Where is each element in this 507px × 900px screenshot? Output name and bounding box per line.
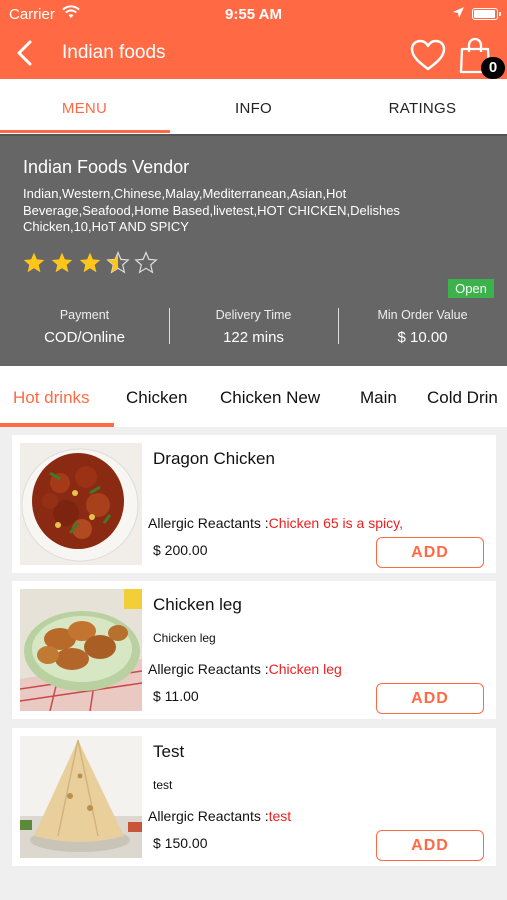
menu-item-card[interactable]: Test test Allergic Reactants :test $ 150… (12, 728, 496, 866)
star-icon (51, 252, 73, 273)
battery-icon (472, 8, 501, 20)
allergy-label: Allergic Reactants : (148, 515, 269, 531)
menu-item-card[interactable]: Dragon Chicken Allergic Reactants :Chick… (12, 435, 496, 573)
vendor-info-panel: Indian Foods Vendor Indian,Western,Chine… (0, 134, 507, 366)
star-icon (79, 252, 101, 273)
favorite-button[interactable] (409, 38, 447, 77)
tab-info[interactable]: INFO (169, 79, 338, 134)
test-item-image (20, 736, 142, 858)
item-allergy: Allergic Reactants :test (148, 808, 291, 824)
item-allergy: Allergic Reactants :Chicken 65 is a spic… (148, 515, 403, 531)
add-button[interactable]: ADD (376, 537, 484, 568)
payment-label: Payment (59, 308, 110, 322)
top-bar: Carrier 9:55 AM Indian foods 0 (0, 0, 507, 79)
category-main[interactable]: Main (360, 388, 397, 408)
tab-menu[interactable]: MENU (0, 79, 169, 134)
add-button[interactable]: ADD (376, 683, 484, 714)
min-order-info: Min Order Value $ 10.00 (338, 308, 507, 346)
item-name: Test (153, 742, 185, 761)
item-price: $ 150.00 (153, 835, 208, 851)
back-chevron-icon (17, 40, 32, 66)
allergy-value: Chicken leg (268, 661, 342, 677)
cart-count-badge: 0 (481, 57, 505, 79)
allergy-label: Allergic Reactants : (148, 808, 269, 824)
category-tabs: Hot drinks Chicken Chicken New Main Cold… (0, 366, 507, 427)
allergy-value: test (268, 808, 292, 824)
category-chicken-new[interactable]: Chicken New (220, 388, 320, 408)
location-arrow-icon (452, 6, 465, 23)
item-price: $ 200.00 (153, 542, 208, 558)
star-half-icon (106, 251, 130, 274)
vendor-cuisines: Indian,Western,Chinese,Malay,Mediterrane… (23, 186, 400, 234)
vendor-name: Indian Foods Vendor (23, 157, 190, 177)
delivery-label: Delivery Time (215, 308, 292, 322)
allergy-value: Chicken 65 is a spicy, (268, 515, 403, 531)
status-bar: Carrier 9:55 AM (0, 0, 507, 28)
item-price: $ 11.00 (153, 688, 199, 704)
active-category-indicator (0, 423, 114, 427)
item-description: test (153, 778, 173, 792)
category-chicken[interactable]: Chicken (126, 388, 187, 408)
payment-value: COD/Online (44, 329, 125, 346)
add-button[interactable]: ADD (376, 830, 484, 861)
dragon-chicken-image (20, 443, 142, 565)
menu-item-card[interactable]: Chicken leg Chicken leg Allergic Reactan… (12, 581, 496, 719)
delivery-value: 122 mins (223, 329, 284, 346)
min-order-label: Min Order Value (377, 308, 468, 322)
back-button[interactable] (10, 36, 40, 70)
item-description: Chicken leg (153, 631, 216, 645)
star-empty-icon (134, 251, 158, 274)
payment-info: Payment COD/Online (0, 308, 169, 346)
min-order-value: $ 10.00 (397, 329, 448, 346)
item-name: Dragon Chicken (153, 449, 275, 468)
allergy-label: Allergic Reactants : (148, 661, 269, 677)
wifi-icon (62, 4, 80, 24)
heart-icon (410, 39, 446, 71)
item-name: Chicken leg (153, 595, 242, 614)
delivery-info: Delivery Time 122 mins (169, 308, 338, 346)
vendor-tabs: MENU INFO RATINGS (0, 79, 507, 134)
category-hot-drinks[interactable]: Hot drinks (13, 388, 90, 408)
star-icon (23, 252, 45, 273)
page-title: Indian foods (62, 42, 166, 63)
chicken-leg-image (20, 589, 142, 711)
category-cold-drinks[interactable]: Cold Drin (427, 388, 498, 408)
tab-ratings[interactable]: RATINGS (338, 79, 507, 134)
active-tab-indicator (0, 130, 170, 133)
item-allergy: Allergic Reactants :Chicken leg (148, 661, 342, 677)
status-badge: Open (448, 279, 494, 298)
carrier-label: Carrier (9, 6, 55, 23)
